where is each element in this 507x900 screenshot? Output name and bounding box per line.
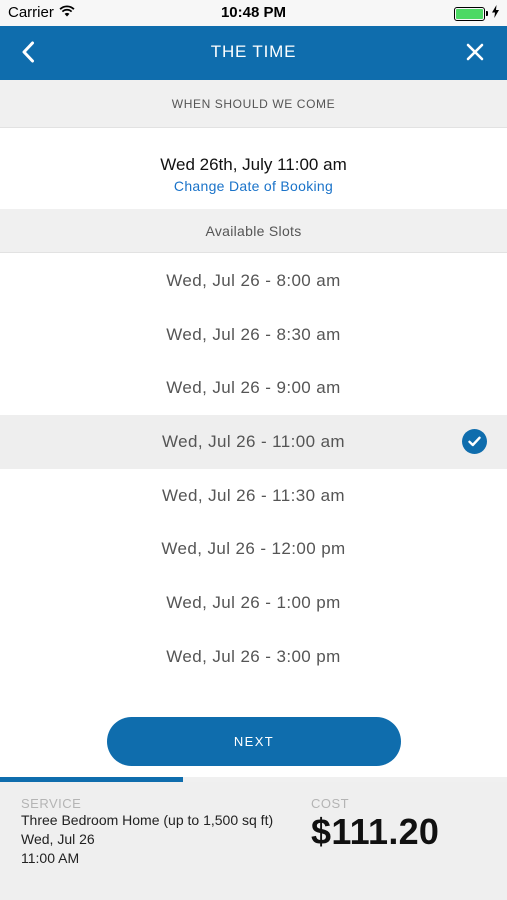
service-label: SERVICE — [21, 796, 82, 811]
nav-bar: THE TIME — [0, 26, 507, 80]
slot-label: Wed, Jul 26 - 11:00 am — [162, 431, 345, 451]
cost-summary: COST $111.20 — [311, 796, 439, 853]
checkmark-icon — [462, 429, 487, 455]
section-header-when: WHEN SHOULD WE COME — [0, 80, 507, 128]
next-button[interactable]: NEXT — [107, 717, 401, 766]
charging-bolt-icon — [492, 5, 499, 22]
slot-list: Wed, Jul 26 - 8:00 am Wed, Jul 26 - 8:30… — [0, 254, 507, 684]
battery-icon — [454, 6, 488, 21]
change-date-link[interactable]: Change Date of Booking — [0, 178, 507, 194]
slot-row-selected[interactable]: Wed, Jul 26 - 11:00 am — [0, 415, 507, 469]
slot-label: Wed, Jul 26 - 8:30 am — [166, 324, 341, 344]
slot-row[interactable]: Wed, Jul 26 - 3:00 pm — [0, 630, 507, 684]
booking-summary: SERVICE Three Bedroom Home (up to 1,500 … — [0, 782, 507, 900]
status-right — [454, 5, 499, 22]
slot-row[interactable]: Wed, Jul 26 - 1:00 pm — [0, 576, 507, 630]
section-header-slots: Available Slots — [0, 209, 507, 253]
status-bar: Carrier 10:48 PM — [0, 0, 507, 26]
slot-row[interactable]: Wed, Jul 26 - 11:30 am — [0, 469, 507, 523]
slot-row[interactable]: Wed, Jul 26 - 12:00 pm — [0, 522, 507, 576]
close-icon — [466, 43, 484, 61]
slot-row[interactable]: Wed, Jul 26 - 8:00 am — [0, 254, 507, 308]
slot-row[interactable]: Wed, Jul 26 - 9:00 am — [0, 361, 507, 415]
selected-booking: Wed 26th, July 11:00 am Change Date of B… — [0, 129, 507, 209]
slot-label: Wed, Jul 26 - 8:00 am — [166, 270, 341, 290]
service-time: 11:00 AM — [21, 850, 80, 866]
slot-label: Wed, Jul 26 - 1:00 pm — [166, 592, 341, 612]
cost-label: COST — [311, 796, 350, 811]
slot-row[interactable]: Wed, Jul 26 - 8:30 am — [0, 308, 507, 362]
cost-value: $111.20 — [311, 811, 440, 852]
service-date: Wed, Jul 26 — [21, 831, 95, 847]
service-name: Three Bedroom Home (up to 1,500 sq ft) — [21, 812, 274, 828]
slot-label: Wed, Jul 26 - 12:00 pm — [161, 539, 346, 559]
slot-label: Wed, Jul 26 - 11:30 am — [162, 485, 345, 505]
slot-label: Wed, Jul 26 - 3:00 pm — [166, 646, 341, 666]
close-button[interactable] — [459, 36, 491, 68]
service-summary: SERVICE Three Bedroom Home (up to 1,500 … — [21, 796, 301, 868]
page-title: THE TIME — [210, 42, 297, 61]
status-time: 10:48 PM — [220, 4, 287, 21]
slot-label: Wed, Jul 26 - 9:00 am — [166, 378, 341, 398]
selected-date: Wed 26th, July 11:00 am — [160, 155, 347, 174]
